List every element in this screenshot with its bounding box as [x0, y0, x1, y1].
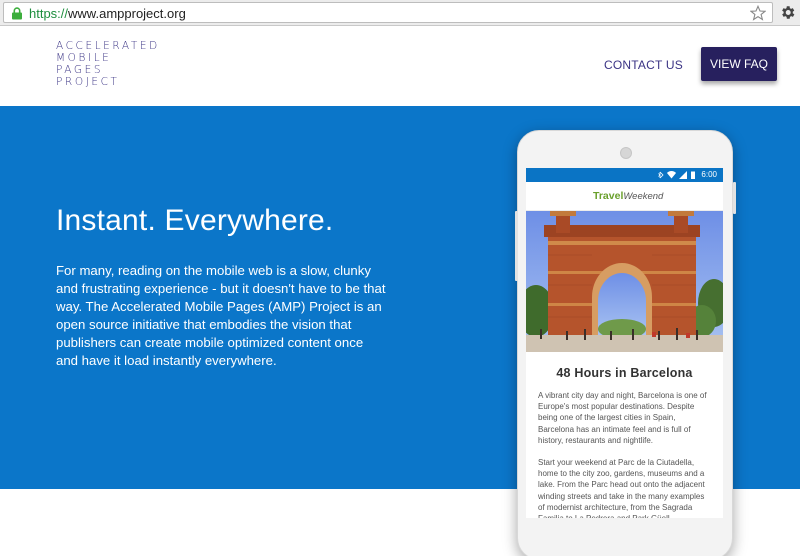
brand-part-travel: Travel	[593, 190, 624, 202]
phone-camera	[620, 147, 632, 159]
url-scheme: https://	[29, 6, 69, 21]
view-faq-button[interactable]: VIEW FAQ	[701, 47, 777, 81]
site-header: ACCELERATED MOBILE PAGES PROJECT CONTACT…	[0, 27, 800, 106]
gear-icon[interactable]	[779, 4, 796, 21]
article-title: 48 Hours in Barcelona	[556, 366, 693, 380]
brand-part-weekend: Weekend	[623, 191, 664, 202]
phone-volume-button	[515, 211, 518, 281]
phone-status-bar: 6:00	[526, 168, 723, 182]
url-host: www.ampproject.org	[68, 6, 186, 21]
address-bar[interactable]: https://www.ampproject.org	[3, 2, 773, 23]
logo-line: ACCELERATED	[56, 40, 160, 52]
arc-de-triomf-image	[526, 211, 723, 352]
article-paragraph: A vibrant city day and night, Barcelona …	[538, 391, 707, 445]
article-paragraph: Start your weekend at Parc de la Ciutade…	[538, 458, 705, 518]
url-text: https://www.ampproject.org	[29, 6, 186, 21]
phone-power-button	[733, 182, 736, 214]
article-body: A vibrant city day and night, Barcelona …	[526, 380, 723, 518]
star-icon[interactable]	[750, 5, 766, 21]
logo-line: PAGES	[56, 64, 104, 76]
amp-logo[interactable]: ACCELERATED MOBILE PAGES PROJECT	[56, 40, 160, 88]
status-icons	[658, 170, 695, 179]
hero-description: For many, reading on the mobile web is a…	[56, 263, 386, 368]
travel-weekend-header: TravelWeekend	[526, 182, 723, 211]
logo-line: PROJECT	[56, 76, 120, 88]
hero-title: Instant. Everywhere.	[56, 204, 334, 237]
phone-mockup: 6:00 TravelWeekend 48 Hours in Barcelona…	[515, 130, 736, 556]
logo-line: MOBILE	[56, 52, 112, 64]
lock-icon	[12, 7, 22, 20]
contact-us-link[interactable]: CONTACT US	[604, 58, 683, 72]
travel-weekend-logo[interactable]: TravelWeekend	[593, 190, 663, 202]
browser-toolbar: https://www.ampproject.org	[0, 0, 800, 26]
status-time: 6:00	[701, 170, 717, 179]
phone-screen: 6:00 TravelWeekend 48 Hours in Barcelona…	[526, 168, 723, 518]
